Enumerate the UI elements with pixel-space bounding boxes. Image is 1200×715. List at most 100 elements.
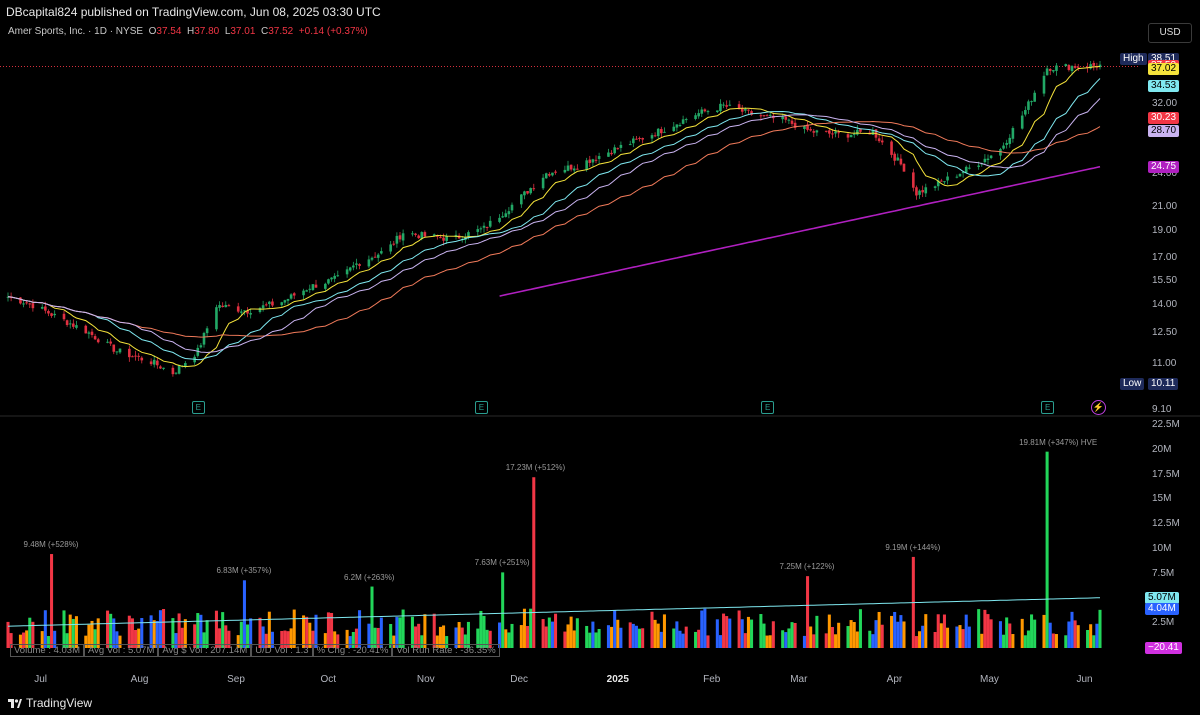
candle-body (31, 303, 35, 309)
volume-bar (958, 625, 962, 648)
volume-bar (921, 625, 925, 648)
volume-bar (314, 614, 318, 648)
volume-bar (572, 630, 576, 648)
volume-label: 5.07M (1145, 591, 1179, 604)
candle-body (215, 307, 218, 330)
candle-body (790, 120, 794, 124)
candle-body (551, 172, 554, 176)
price-label: 24.75 (1148, 160, 1180, 173)
time-axis-tick: Nov (416, 674, 435, 685)
volume-bar (812, 634, 816, 648)
candle-body (1024, 110, 1027, 115)
candle-body (205, 328, 209, 334)
candle-body (1048, 69, 1052, 71)
volume-annotation: 19.81M (+347%) HVE (1019, 437, 1098, 447)
candle-body (694, 115, 697, 119)
candle-body (50, 313, 53, 316)
stat-ud-vol: U/D Vol : 1.3 (251, 644, 313, 657)
price-axis-tick: 12.50 (1152, 326, 1178, 338)
volume-bar (890, 615, 894, 648)
candle-body (1005, 142, 1008, 145)
candle-body (395, 235, 399, 244)
volume-bar (585, 625, 589, 648)
volume-bar (874, 620, 878, 648)
candle-body (784, 116, 788, 120)
candle-body (964, 166, 968, 173)
candle-body (986, 158, 990, 160)
volume-bar (899, 615, 903, 648)
volume-bar (479, 610, 483, 648)
volume-bar (432, 613, 436, 648)
volume-bar (569, 616, 573, 648)
candle-body (700, 109, 704, 114)
volume-bar (541, 619, 545, 648)
volume-bar (214, 610, 218, 648)
moving-average-line-4 (7, 98, 1101, 354)
candle-body (261, 305, 265, 309)
candle-body (541, 177, 545, 189)
candle-body (877, 138, 881, 142)
volume-bar (653, 619, 657, 648)
volume-axis-tick: 10M (1152, 542, 1172, 554)
candle-body (134, 355, 137, 357)
volume-bar (1089, 624, 1093, 648)
volume-bar (641, 628, 645, 648)
volume-bar (771, 621, 775, 648)
candle-body (837, 132, 840, 134)
volume-bar (519, 625, 523, 648)
volume-bar (964, 614, 968, 648)
candle-body (152, 359, 156, 365)
volume-bar (588, 632, 592, 648)
candle-body (946, 176, 949, 181)
candle-body (1092, 62, 1096, 66)
price-label: 37.02 (1148, 62, 1180, 75)
candle-body (355, 263, 358, 265)
candle-body (989, 155, 993, 159)
candle-body (744, 108, 747, 111)
candle-body (314, 284, 318, 288)
candle-body (628, 144, 632, 146)
price-label: 10.11 (1148, 378, 1179, 391)
volume-bar (162, 608, 166, 648)
candle-body (96, 339, 100, 343)
volume-bar (790, 622, 794, 648)
stat-volume: Volume : 4.03M (10, 644, 85, 657)
volume-bar (936, 614, 940, 648)
price-axis-tick: 19.00 (1152, 225, 1178, 236)
volume-bar (896, 621, 900, 648)
candle-body (955, 176, 959, 178)
candle-body (271, 301, 274, 306)
candle-body (19, 297, 22, 304)
time-axis-tick: May (980, 674, 999, 685)
volume-bar (750, 619, 754, 648)
price-volume-chart[interactable] (0, 0, 1200, 715)
candle-body (90, 331, 94, 335)
volume-bar (662, 614, 666, 648)
candle-body (327, 279, 330, 284)
volume-bar (591, 621, 595, 648)
candle-body (84, 325, 88, 334)
stat-avg-dollar-vol: Avg $ Vol : 207.14M (158, 644, 252, 657)
volume-bar (613, 610, 617, 648)
candle-body (149, 361, 153, 365)
volume-bar (977, 609, 981, 648)
candle-body (286, 298, 290, 301)
lightning-icon[interactable]: ⚡ (1091, 400, 1106, 415)
volume-bar (1011, 634, 1015, 648)
volume-bar (1086, 630, 1090, 648)
candle-body (236, 306, 240, 312)
volume-bar (616, 619, 620, 648)
volume-bar (221, 612, 225, 648)
candle-body (333, 275, 336, 279)
volume-bar (606, 625, 610, 648)
volume-bar (827, 614, 831, 648)
volume-bar (1008, 623, 1012, 648)
candle-body (940, 180, 943, 182)
volume-bar (746, 616, 750, 648)
candle-body (660, 129, 663, 134)
candle-body (1008, 137, 1012, 144)
volume-bar (784, 632, 788, 648)
candle-body (703, 109, 707, 112)
volume-bar (809, 626, 813, 648)
volume-bar (575, 618, 579, 648)
